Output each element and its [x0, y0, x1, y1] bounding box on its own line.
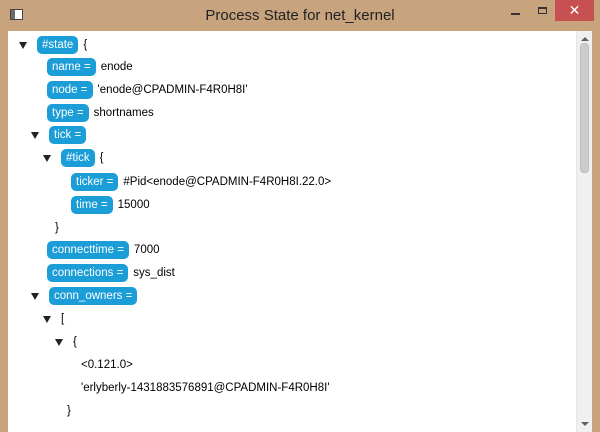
field-value-connecttime: 7000 [133, 244, 160, 256]
process-state-window: Process State for net_kernel ✕ #state { … [0, 0, 600, 432]
tuple-close-brace: } [67, 405, 71, 417]
tree-row-node[interactable]: node = 'enode@CPADMIN-F4R0H8I' [47, 80, 248, 100]
field-key-ticker: ticker = [71, 173, 119, 191]
scroll-down-button[interactable] [577, 416, 592, 432]
tree-row-pid[interactable]: <0.121.0> [81, 355, 133, 375]
scroll-up-icon [580, 37, 589, 41]
maximize-button[interactable] [529, 0, 555, 21]
field-key-type: type = [47, 104, 89, 122]
field-value-name: enode [100, 61, 133, 73]
tree-row-connections[interactable]: connections = sys_dist [47, 263, 175, 283]
record-close-brace: } [55, 222, 59, 234]
minimize-button[interactable] [502, 0, 529, 21]
tree-row-time[interactable]: time = 15000 [71, 195, 150, 215]
field-value-connections: sys_dist [133, 267, 175, 279]
tree-row-ticker[interactable]: ticker = #Pid<enode@CPADMIN-F4R0H8I.22.0… [71, 172, 331, 192]
maximize-icon [537, 7, 547, 14]
minimize-icon [511, 12, 520, 15]
field-value-time: 15000 [117, 199, 150, 211]
field-key-tick: tick = [49, 126, 87, 144]
tree-row-atom[interactable]: 'erlyberly-1431883576891@CPADMIN-F4R0H8I… [81, 378, 330, 398]
tuple-value-pid: <0.121.0> [81, 359, 133, 371]
tuple-value-atom: 'erlyberly-1431883576891@CPADMIN-F4R0H8I… [81, 382, 330, 394]
tree-row-type[interactable]: type = shortnames [47, 103, 154, 123]
record-key-state: #state [37, 36, 79, 54]
field-key-connecttime: connecttime = [47, 241, 129, 259]
close-button[interactable]: ✕ [555, 0, 594, 21]
field-key-connections: connections = [47, 264, 129, 282]
tuple-open-brace: { [73, 336, 77, 348]
expand-arrow-icon[interactable] [19, 41, 27, 49]
record-open-brace: { [99, 152, 104, 164]
title-bar[interactable]: Process State for net_kernel ✕ [0, 0, 600, 31]
expand-arrow-icon[interactable] [43, 154, 51, 162]
scroll-down-icon [580, 422, 589, 426]
tree-row-tuple-close[interactable]: } [67, 401, 71, 421]
field-key-time: time = [71, 196, 113, 214]
vertical-scrollbar[interactable] [576, 31, 592, 432]
field-key-conn-owners: conn_owners = [49, 287, 138, 305]
field-key-node: node = [47, 81, 93, 99]
field-key-name: name = [47, 58, 96, 76]
tree-row-tick-close[interactable]: } [55, 218, 59, 238]
field-value-ticker: #Pid<enode@CPADMIN-F4R0H8I.22.0> [123, 176, 332, 188]
list-open-bracket: [ [61, 313, 65, 325]
expand-arrow-icon[interactable] [43, 315, 51, 323]
field-value-node: 'enode@CPADMIN-F4R0H8I' [97, 84, 248, 96]
expand-arrow-icon[interactable] [31, 131, 39, 139]
tree-row-tick[interactable]: tick = [31, 125, 91, 145]
state-tree-view[interactable]: #state { name = enode node = 'enode@CPAD… [8, 31, 592, 432]
scrollbar-thumb[interactable] [580, 43, 589, 173]
record-open-brace: { [83, 39, 88, 51]
expand-arrow-icon[interactable] [55, 338, 63, 346]
close-icon: ✕ [568, 2, 581, 19]
tree-row-state[interactable]: #state { [19, 35, 87, 55]
tree-row-list[interactable]: [ [43, 309, 64, 329]
tree-row-name[interactable]: name = enode [47, 57, 133, 77]
tree-row-connecttime[interactable]: connecttime = 7000 [47, 240, 160, 260]
expand-arrow-icon[interactable] [31, 292, 39, 300]
tree-row-tick-record[interactable]: #tick { [43, 148, 104, 168]
tree-row-conn-owners[interactable]: conn_owners = [31, 286, 142, 306]
field-value-type: shortnames [93, 107, 154, 119]
tree-row-tuple[interactable]: { [55, 332, 77, 352]
record-key-tick: #tick [61, 149, 95, 167]
